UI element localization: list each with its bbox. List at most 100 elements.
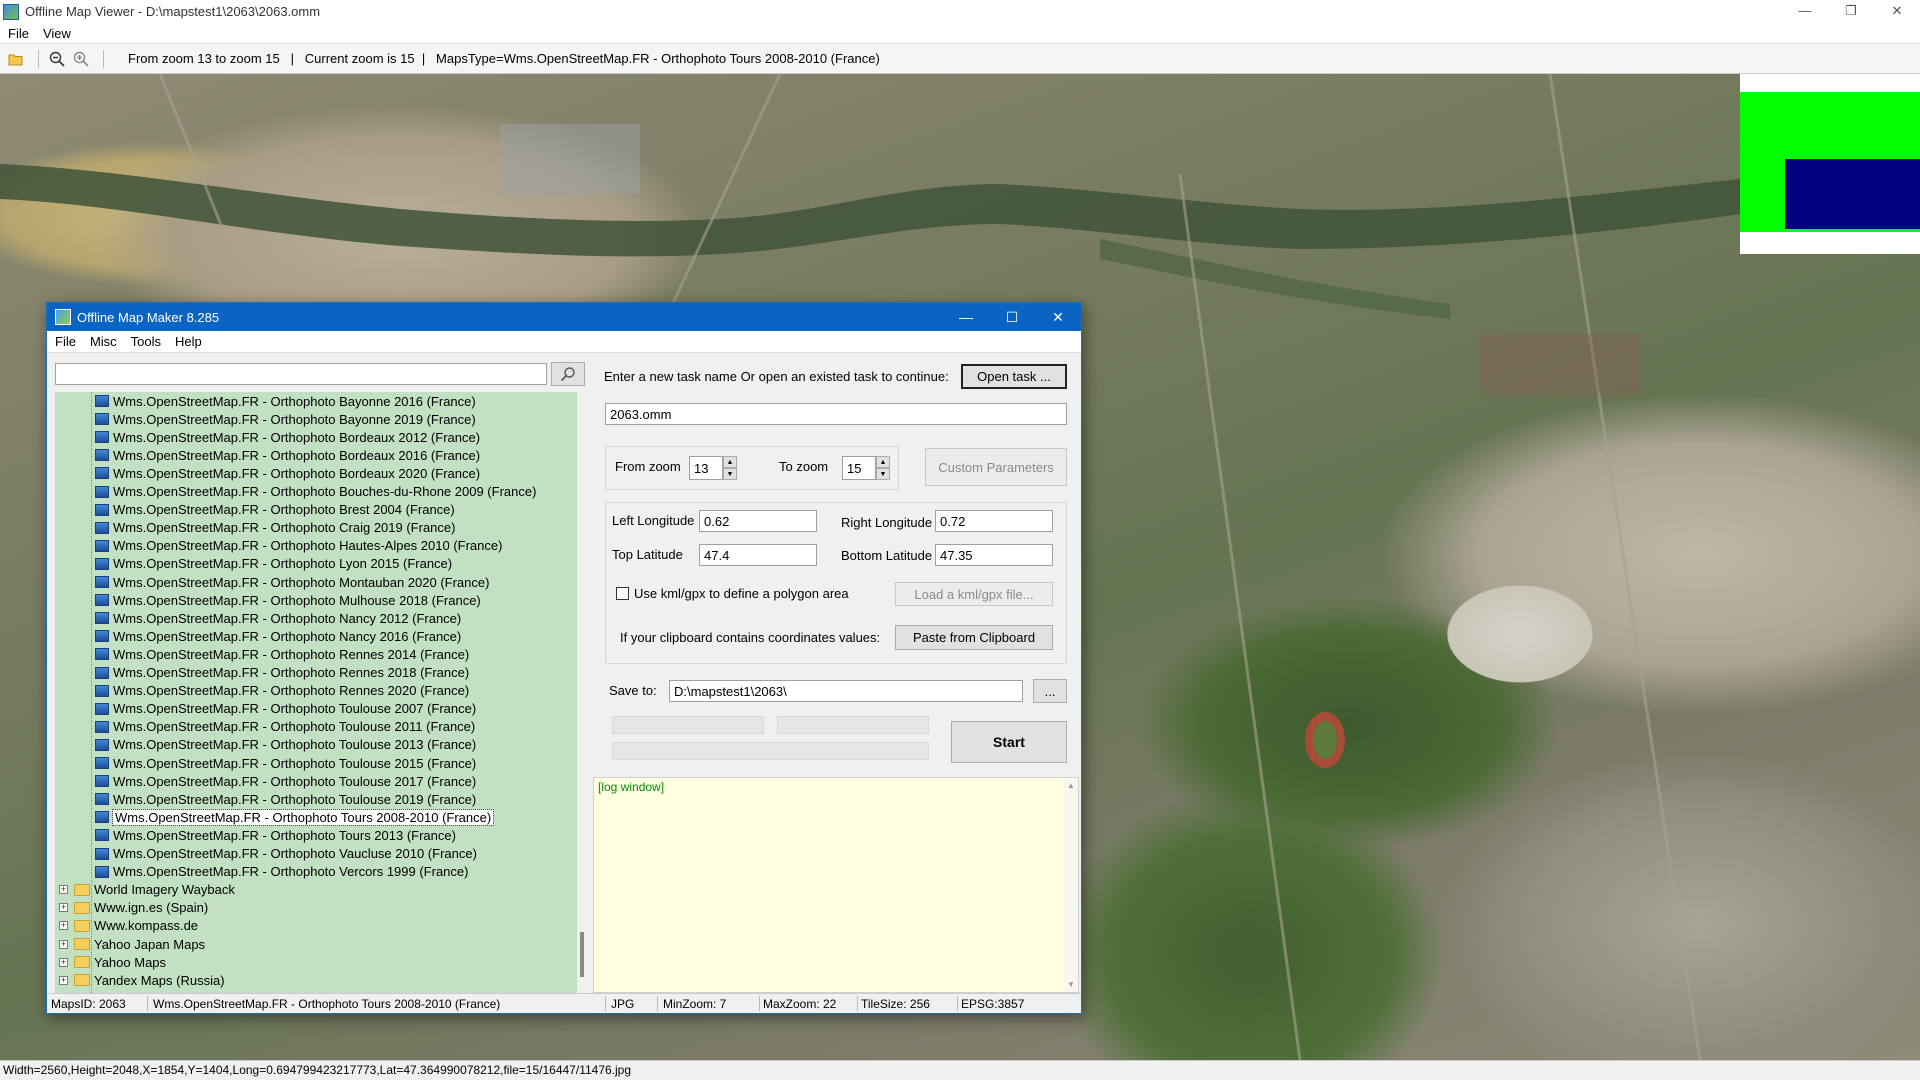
left-longitude-input[interactable] — [699, 510, 817, 532]
tree-item[interactable]: Wms.OpenStreetMap.FR - Orthophoto Rennes… — [95, 645, 469, 663]
tree-item[interactable]: Wms.OpenStreetMap.FR - Orthophoto Craig … — [95, 519, 455, 537]
save-to-label: Save to: — [609, 683, 657, 698]
start-button[interactable]: Start — [951, 721, 1067, 763]
tree-item-label: Wms.OpenStreetMap.FR - Orthophoto Toulou… — [113, 773, 477, 789]
restore-icon[interactable]: ❐ — [1828, 0, 1874, 23]
custom-parameters-button[interactable]: Custom Parameters — [925, 448, 1067, 486]
scrollbar-thumb[interactable] — [580, 932, 584, 977]
right-longitude-input[interactable] — [935, 510, 1053, 532]
tree-item[interactable]: Wms.OpenStreetMap.FR - Orthophoto Bayonn… — [95, 410, 476, 428]
tree-item[interactable]: Wms.OpenStreetMap.FR - Orthophoto Bouche… — [95, 483, 536, 501]
tree-item[interactable]: Wms.OpenStreetMap.FR - Orthophoto Rennes… — [95, 664, 469, 682]
folder-open-icon[interactable] — [6, 49, 26, 69]
tree-folder[interactable]: + World Imagery Wayback — [59, 881, 235, 899]
tree-item[interactable]: Wms.OpenStreetMap.FR - Orthophoto Toulou… — [95, 700, 476, 718]
zoom-in-icon[interactable] — [71, 49, 91, 69]
tree-item[interactable]: Wms.OpenStreetMap.FR - Orthophoto Toulou… — [95, 772, 476, 790]
tree-item[interactable]: Wms.OpenStreetMap.FR - Orthophoto Bordea… — [95, 446, 480, 464]
expand-icon[interactable]: + — [59, 957, 68, 967]
search-button[interactable] — [551, 362, 585, 386]
tree-item[interactable]: Wms.OpenStreetMap.FR - Orthophoto Toulou… — [95, 736, 476, 754]
menu-file[interactable]: File — [8, 26, 29, 41]
from-zoom-spinner[interactable]: ▲ ▼ — [689, 456, 737, 480]
map-layer-icon — [95, 521, 109, 534]
minimize-icon[interactable]: — — [1782, 0, 1828, 23]
menu-view[interactable]: View — [43, 26, 71, 41]
from-zoom-label: From zoom — [615, 459, 681, 474]
tree-item[interactable]: Wms.OpenStreetMap.FR - Orthophoto Nancy … — [95, 609, 461, 627]
tree-folder[interactable]: + Www.ign.es (Spain) — [59, 899, 208, 917]
tree-item[interactable]: Wms.OpenStreetMap.FR - Orthophoto Toulou… — [95, 790, 476, 808]
spin-up-icon[interactable]: ▲ — [723, 456, 737, 468]
tree-item[interactable]: Wms.OpenStreetMap.FR - Orthophoto Rennes… — [95, 682, 469, 700]
to-zoom-spinner[interactable]: ▲ ▼ — [842, 456, 890, 480]
load-kml-button[interactable]: Load a kml/gpx file... — [895, 582, 1053, 606]
spin-up-icon[interactable]: ▲ — [876, 456, 890, 468]
scroll-down-icon[interactable]: ▼ — [1067, 980, 1075, 989]
tree-folder[interactable]: + Yahoo Japan Maps — [59, 935, 205, 953]
task-prompt: Enter a new task name Or open an existed… — [604, 369, 949, 384]
tree-item[interactable]: Wms.OpenStreetMap.FR - Orthophoto Lyon 2… — [95, 555, 452, 573]
tree-item[interactable]: Wms.OpenStreetMap.FR - Orthophoto Bordea… — [95, 428, 480, 446]
minimap-viewport[interactable] — [1785, 159, 1920, 229]
expand-icon[interactable]: + — [59, 921, 68, 931]
tree-item[interactable]: Wms.OpenStreetMap.FR - Orthophoto Mulhou… — [95, 591, 481, 609]
tree-folder-label: World Imagery Wayback — [94, 882, 235, 898]
spin-down-icon[interactable]: ▼ — [876, 468, 890, 480]
tree-item[interactable]: Wms.OpenStreetMap.FR - Orthophoto Vauclu… — [95, 845, 477, 863]
menu-tools[interactable]: Tools — [131, 334, 161, 349]
bottom-latitude-input[interactable] — [935, 544, 1053, 566]
close-icon[interactable]: ✕ — [1874, 0, 1920, 23]
spin-down-icon[interactable]: ▼ — [723, 468, 737, 480]
map-layer-icon — [95, 576, 109, 588]
tree-item-label: Wms.OpenStreetMap.FR - Orthophoto Vercor… — [113, 864, 469, 880]
menu-misc[interactable]: Misc — [90, 334, 117, 349]
log-window[interactable]: [log window] ▲ ▼ — [593, 777, 1079, 993]
expand-icon[interactable]: + — [59, 939, 68, 949]
maximize-icon[interactable]: ☐ — [989, 303, 1035, 331]
tree-item[interactable]: Wms.OpenStreetMap.FR - Orthophoto Tours … — [95, 826, 456, 844]
browse-button[interactable]: ... — [1033, 679, 1067, 703]
tree-item-label: Wms.OpenStreetMap.FR - Orthophoto Rennes… — [113, 646, 470, 662]
open-task-button[interactable]: Open task ... — [961, 364, 1067, 389]
tree-item[interactable]: Wms.OpenStreetMap.FR - Orthophoto Tours … — [95, 808, 495, 826]
zoom-out-icon[interactable] — [47, 49, 67, 69]
minimap[interactable] — [1740, 74, 1920, 254]
minimize-icon[interactable]: — — [943, 303, 989, 331]
search-input[interactable] — [55, 363, 547, 385]
kml-checkbox[interactable] — [616, 587, 629, 600]
expand-icon[interactable]: + — [59, 885, 68, 895]
menu-help[interactable]: Help — [175, 334, 202, 349]
tree-item[interactable]: Wms.OpenStreetMap.FR - Orthophoto Brest … — [95, 501, 455, 519]
expand-icon[interactable]: + — [59, 903, 68, 913]
tree-folder[interactable]: + Www.kompass.de — [59, 917, 198, 935]
close-icon[interactable]: ✕ — [1035, 303, 1081, 331]
save-to-input[interactable] — [669, 680, 1023, 702]
tree-folder[interactable]: + Yahoo Maps — [59, 953, 166, 971]
task-name-input[interactable] — [605, 403, 1067, 425]
tree-item[interactable]: Wms.OpenStreetMap.FR - Orthophoto Toulou… — [95, 754, 476, 772]
right-longitude-label: Right Longitude — [841, 515, 933, 530]
to-zoom-input[interactable] — [842, 456, 876, 480]
top-latitude-input[interactable] — [699, 544, 817, 566]
tree-item[interactable]: Wms.OpenStreetMap.FR - Orthophoto Hautes… — [95, 537, 502, 555]
tree-item[interactable]: Wms.OpenStreetMap.FR - Orthophoto Vercor… — [95, 863, 468, 881]
menu-file[interactable]: File — [55, 334, 76, 349]
map-layer-icon — [95, 793, 109, 806]
from-zoom-input[interactable] — [689, 456, 723, 480]
tree-item[interactable]: Wms.OpenStreetMap.FR - Orthophoto Nancy … — [95, 627, 461, 645]
tree-folder[interactable]: + Yandex Maps (Russia) — [59, 971, 225, 989]
log-scrollbar[interactable]: ▲ ▼ — [1064, 778, 1078, 992]
scroll-up-icon[interactable]: ▲ — [1067, 781, 1075, 790]
tree-item-label: Wms.OpenStreetMap.FR - Orthophoto Vauclu… — [113, 846, 477, 861]
tree-item[interactable]: Wms.OpenStreetMap.FR - Orthophoto Montau… — [95, 573, 489, 591]
tree-item[interactable]: Wms.OpenStreetMap.FR - Orthophoto Bayonn… — [95, 392, 476, 410]
window-controls: — ❐ ✕ — [1782, 0, 1920, 23]
tree-item[interactable]: Wms.OpenStreetMap.FR - Orthophoto Bordea… — [95, 464, 480, 482]
tree-scrollbar[interactable] — [577, 392, 589, 993]
tree-item-label: Wms.OpenStreetMap.FR - Orthophoto Toulou… — [113, 755, 477, 771]
expand-icon[interactable]: + — [59, 975, 68, 985]
map-source-tree[interactable]: Wms.OpenStreetMap.FR - Orthophoto Bayonn… — [55, 392, 578, 993]
paste-clipboard-button[interactable]: Paste from Clipboard — [895, 625, 1053, 650]
tree-item[interactable]: Wms.OpenStreetMap.FR - Orthophoto Toulou… — [95, 718, 475, 736]
